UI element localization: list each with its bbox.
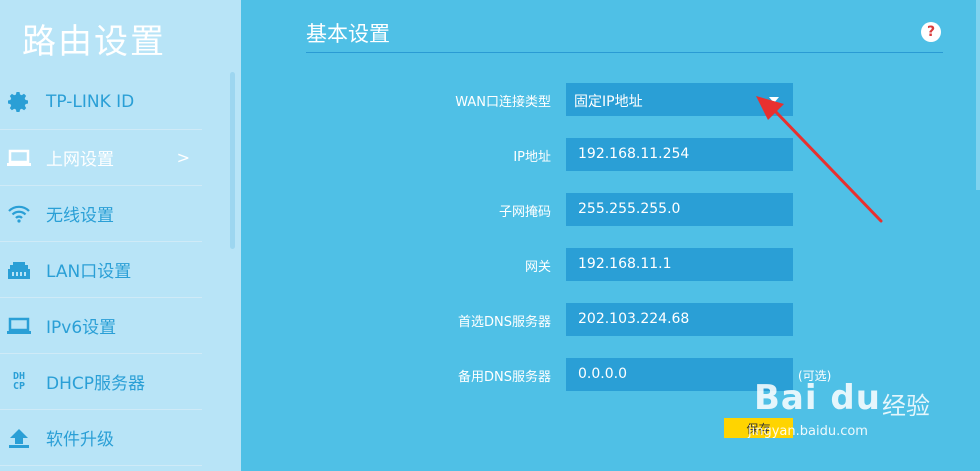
dns1-label: 首选DNS服务器 xyxy=(458,315,551,330)
sidebar-nav: TP-LINK ID 上网设置 > 无线设置 LAN口设置 IPv6设置 DH … xyxy=(0,74,202,466)
form-row-wan-type: WAN口连接类型 固定IP地址 xyxy=(241,83,980,116)
watermark-url: jingyan.baidu.com xyxy=(748,424,868,439)
section-divider xyxy=(306,52,943,53)
mask-label: 子网掩码 xyxy=(498,205,551,220)
ip-input[interactable]: 192.168.11.254 xyxy=(566,138,793,171)
sidebar-scrollbar[interactable] xyxy=(230,72,235,249)
form-row-ip: IP地址 192.168.11.254 xyxy=(241,138,980,171)
sidebar-item-label: IPv6设置 xyxy=(46,318,117,338)
dhcp-icon-text-bottom: CP xyxy=(12,380,26,392)
sidebar-item-label: TP-LINK ID xyxy=(46,91,135,112)
sidebar-item-label: DHCP服务器 xyxy=(46,374,145,394)
gateway-input[interactable]: 192.168.11.1 xyxy=(566,248,793,281)
sidebar-item-label: 软件升级 xyxy=(46,430,114,450)
wan-type-label: WAN口连接类型 xyxy=(455,95,551,110)
dhcp-icon: DH CP xyxy=(6,369,32,395)
dns1-input[interactable]: 202.103.224.68 xyxy=(566,303,793,336)
gateway-label: 网关 xyxy=(524,260,551,275)
sidebar: 路由设置 TP-LINK ID 上网设置 > 无线设置 LAN口设置 IPv6设… xyxy=(0,0,241,471)
sidebar-title: 路由设置 xyxy=(22,22,166,62)
chevron-down-icon[interactable] xyxy=(769,97,779,103)
form-row-gateway: 网关 192.168.11.1 xyxy=(241,248,980,281)
sidebar-item-tplink-id[interactable]: TP-LINK ID xyxy=(0,74,202,130)
wifi-icon xyxy=(6,201,32,227)
wan-type-select[interactable]: 固定IP地址 xyxy=(566,83,793,116)
section-title: 基本设置 xyxy=(306,22,390,46)
sidebar-item-lan[interactable]: LAN口设置 xyxy=(0,242,202,298)
lan-port-icon xyxy=(6,257,32,283)
sidebar-item-internet[interactable]: 上网设置 > xyxy=(0,130,202,186)
baidu-watermark: Bai du 经验 jingyan.baidu.com xyxy=(748,368,980,471)
sidebar-item-dhcp[interactable]: DH CP DHCP服务器 xyxy=(0,354,202,410)
form-row-mask: 子网掩码 255.255.255.0 xyxy=(241,193,980,226)
baidu-logo: Bai du xyxy=(754,378,881,418)
mask-input[interactable]: 255.255.255.0 xyxy=(566,193,793,226)
chevron-right-icon: > xyxy=(176,148,190,167)
watermark-text: 经验 xyxy=(882,392,930,420)
sidebar-item-label: LAN口设置 xyxy=(46,262,132,282)
sidebar-item-label: 无线设置 xyxy=(46,206,114,226)
sidebar-item-ipv6[interactable]: IPv6设置 xyxy=(0,298,202,354)
gear-icon xyxy=(6,89,32,115)
dns2-label: 备用DNS服务器 xyxy=(458,370,551,385)
laptop-icon xyxy=(6,145,32,171)
laptop-icon xyxy=(6,313,32,339)
sidebar-item-wireless[interactable]: 无线设置 xyxy=(0,186,202,242)
ip-label: IP地址 xyxy=(513,150,551,165)
sidebar-item-label: 上网设置 xyxy=(46,150,114,170)
form-row-dns1: 首选DNS服务器 202.103.224.68 xyxy=(241,303,980,336)
help-icon[interactable]: ? xyxy=(921,22,941,42)
upload-icon xyxy=(6,425,32,451)
sidebar-item-upgrade[interactable]: 软件升级 xyxy=(0,410,202,466)
